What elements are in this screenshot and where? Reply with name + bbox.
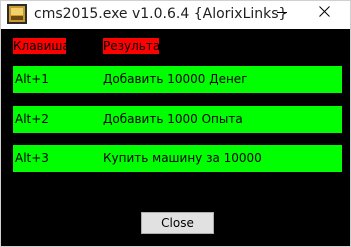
- title-bar[interactable]: cms2015.exe v1.0.6.4 {AlorixLinks}: [1, 1, 350, 29]
- table-row: Alt+3 Купить машину за 10000: [13, 145, 342, 172]
- result-cell: Купить машину за 10000: [103, 151, 262, 165]
- column-header-key: Клавиша: [13, 38, 70, 54]
- minimize-icon: [277, 12, 287, 13]
- hotkey-cell: Alt+2: [15, 112, 49, 126]
- result-cell: Добавить 1000 Опыта: [103, 112, 243, 126]
- close-button[interactable]: Close: [141, 212, 214, 234]
- window-title: cms2015.exe v1.0.6.4 {AlorixLinks}: [34, 6, 288, 22]
- close-window-button[interactable]: [309, 1, 341, 23]
- minimize-button[interactable]: [267, 1, 297, 23]
- client-area: Клавиша Результат Alt+1 Добавить 10000 Д…: [1, 29, 350, 246]
- app-window: cms2015.exe v1.0.6.4 {AlorixLinks} Клави…: [0, 0, 351, 247]
- column-header-result: Результат: [103, 38, 168, 54]
- hotkey-cell: Alt+1: [15, 72, 49, 86]
- hotkey-cell: Alt+3: [15, 151, 49, 165]
- app-icon: [7, 4, 27, 24]
- table-row: Alt+2 Добавить 1000 Опыта: [13, 106, 342, 133]
- close-icon: [319, 6, 330, 17]
- result-cell: Добавить 10000 Денег: [103, 72, 248, 86]
- table-row: Alt+1 Добавить 10000 Денег: [13, 66, 342, 93]
